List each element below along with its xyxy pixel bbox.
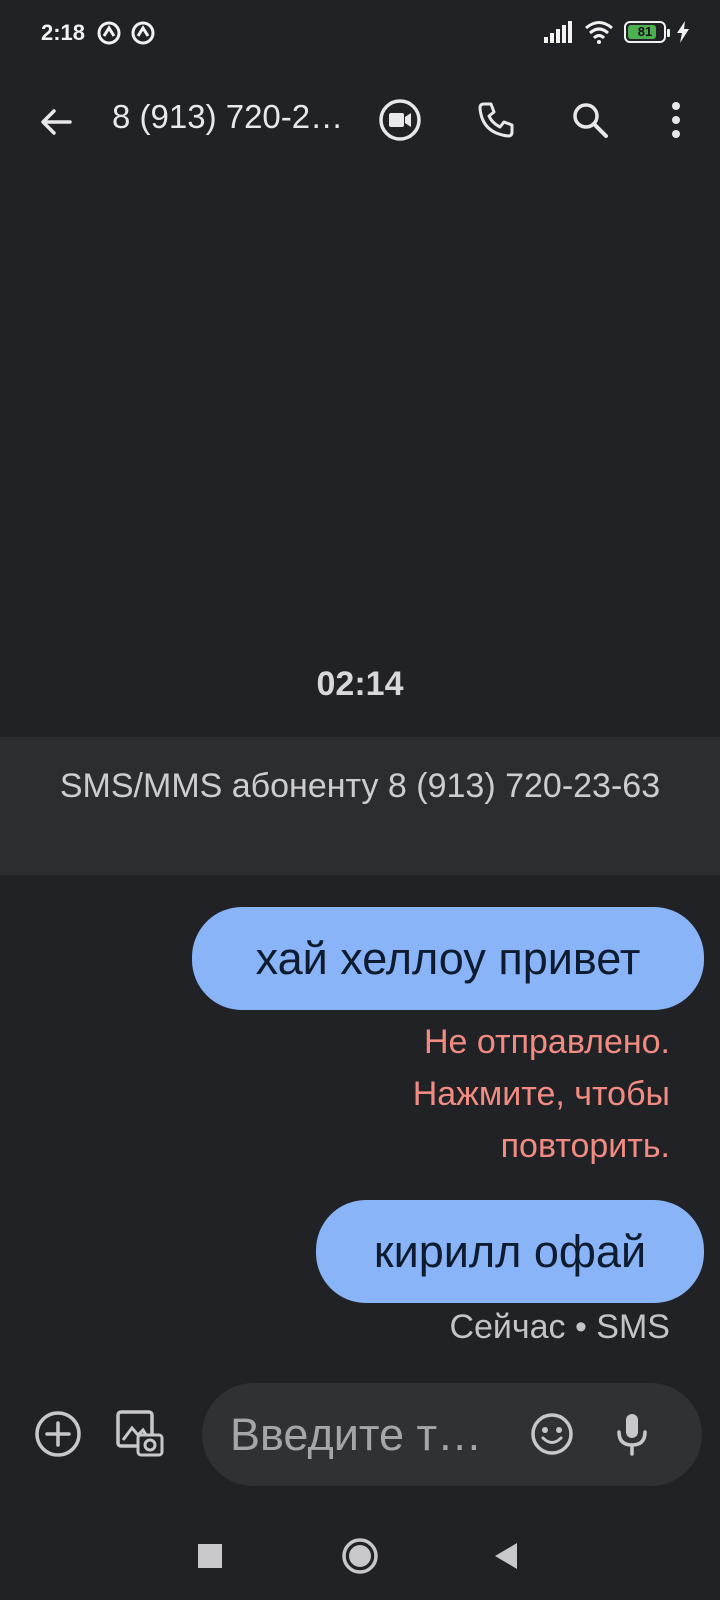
- signal-icon: [544, 21, 572, 43]
- wifi-icon: [585, 21, 613, 44]
- message-input-placeholder: Введите т…: [230, 1409, 483, 1460]
- message-status: Сейчас • SMS: [449, 1308, 670, 1346]
- notification-icon: [97, 21, 121, 45]
- voice-input-button[interactable]: [602, 1404, 662, 1464]
- status-left-icons: [96, 20, 156, 46]
- search-button[interactable]: [562, 92, 618, 148]
- home-circle-icon: [342, 1538, 378, 1574]
- gallery-button[interactable]: [108, 1402, 172, 1466]
- back-triangle-icon: [495, 1543, 517, 1569]
- message-input[interactable]: Введите т…: [202, 1383, 702, 1486]
- charging-icon: [677, 21, 689, 43]
- status-time: 2:18: [41, 20, 86, 45]
- home-button[interactable]: [332, 1528, 388, 1584]
- app-bar: 8 (913) 720-2…: [0, 70, 720, 170]
- phone-icon: [478, 102, 514, 138]
- more-vert-icon: [672, 102, 680, 138]
- recipient-notice: SMS/MMS абоненту 8 (913) 720-23-63: [0, 737, 720, 875]
- back-arrow-icon: [41, 109, 72, 135]
- status-bar: 2:18 81: [0, 0, 720, 70]
- battery-tip: [667, 29, 670, 37]
- add-circle-icon: [35, 1411, 81, 1457]
- attach-button[interactable]: [26, 1402, 90, 1466]
- status-right-icons: 81: [544, 20, 690, 44]
- message-composer: Введите т…: [0, 1380, 720, 1490]
- message-bubble[interactable]: кирилл офай: [316, 1200, 704, 1303]
- video-call-icon: [379, 99, 421, 141]
- video-call-button[interactable]: [372, 92, 428, 148]
- back-button[interactable]: [28, 94, 84, 150]
- emoji-button[interactable]: [522, 1404, 582, 1464]
- recents-square-icon: [198, 1544, 222, 1568]
- emoji-icon: [531, 1413, 573, 1455]
- notification-icon: [131, 21, 155, 45]
- battery-level: 81: [637, 24, 653, 39]
- search-icon: [573, 103, 608, 138]
- mic-icon: [617, 1414, 647, 1456]
- conversation-title[interactable]: 8 (913) 720-2…: [112, 98, 352, 136]
- date-divider: 02:14: [316, 665, 404, 703]
- navigation-bar: [0, 1500, 720, 1600]
- more-options-button[interactable]: [648, 92, 704, 148]
- gallery-icon: [116, 1410, 164, 1457]
- battery-icon: 81: [624, 21, 670, 43]
- message-bubble[interactable]: хай хеллоу привет: [192, 907, 704, 1010]
- recents-button[interactable]: [182, 1528, 238, 1584]
- phone-call-button[interactable]: [468, 92, 524, 148]
- system-back-button[interactable]: [478, 1528, 534, 1584]
- send-failed-status[interactable]: Не отправлено. Нажмите, чтобы повторить.: [310, 1016, 670, 1172]
